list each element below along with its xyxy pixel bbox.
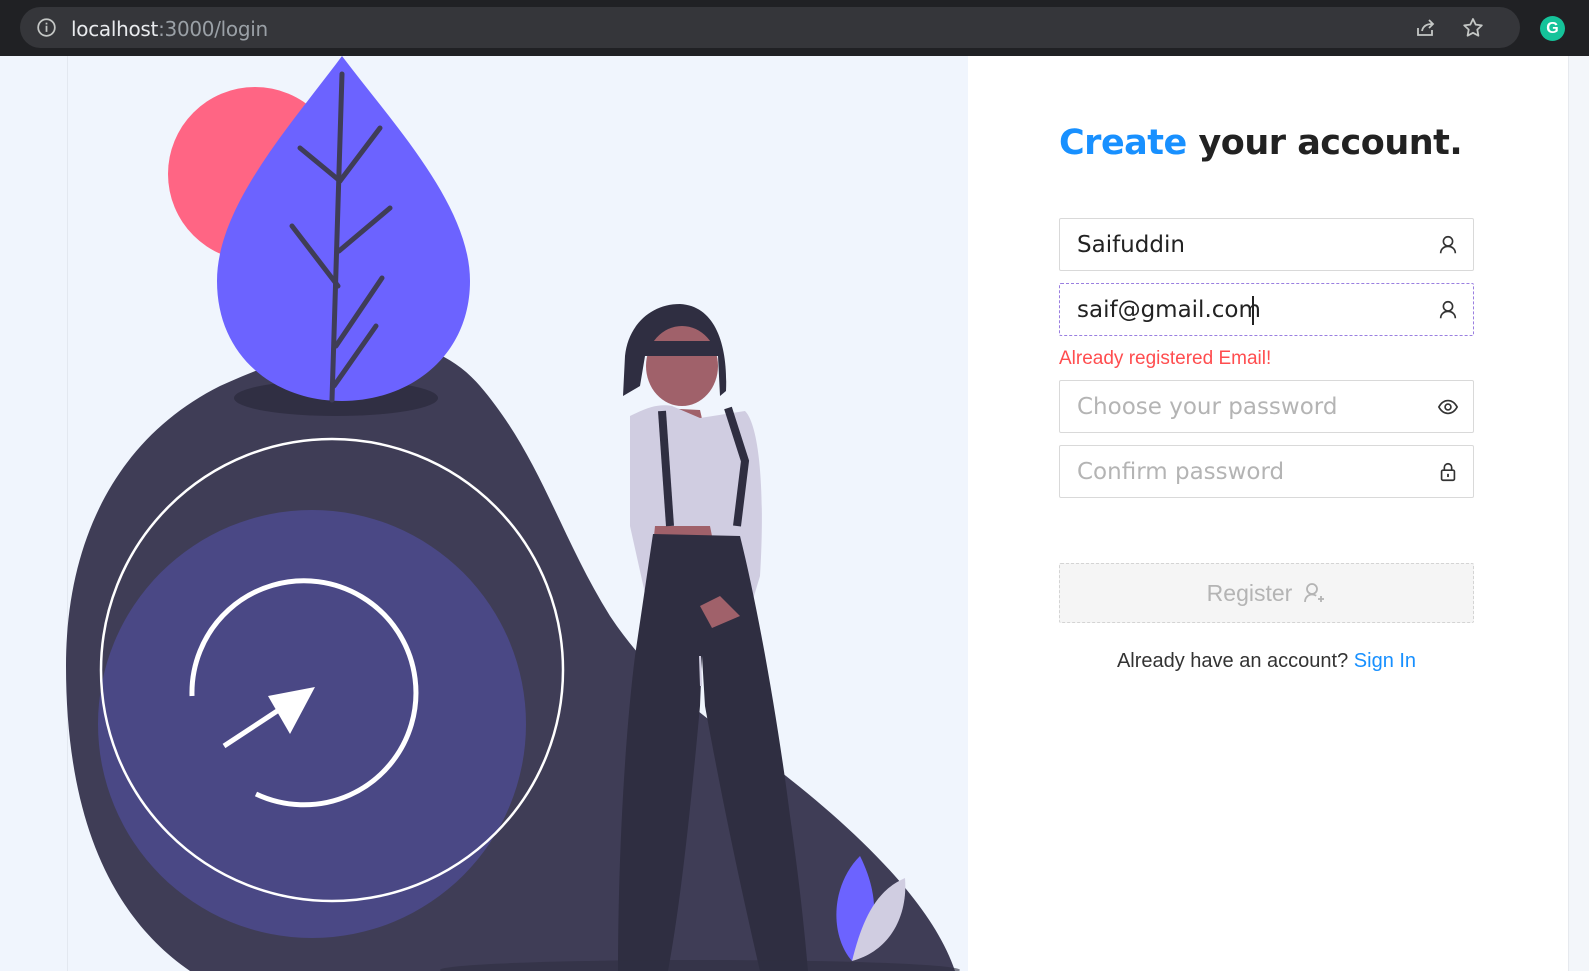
register-page: Create your account. Already registered … [0, 56, 1589, 971]
grammarly-icon[interactable]: G [1540, 16, 1565, 41]
register-form-panel: Create your account. Already registered … [968, 56, 1568, 971]
signup-illustration [66, 56, 960, 971]
info-icon[interactable] [36, 17, 57, 38]
user-icon [1439, 235, 1457, 254]
share-icon[interactable] [1414, 16, 1438, 40]
name-input[interactable] [1060, 219, 1430, 270]
email-error-message: Already registered Email! [1059, 348, 1272, 369]
title-text: your account. [1186, 123, 1463, 163]
text-caret [1252, 296, 1254, 325]
signin-prompt-text: Already have an account? [1116, 650, 1349, 672]
register-label: Register [1206, 580, 1293, 606]
confirm-password-field[interactable] [1059, 445, 1474, 498]
name-field[interactable] [1059, 218, 1474, 271]
url-text[interactable]: localhost:3000/login [71, 17, 268, 41]
star-icon[interactable] [1461, 16, 1485, 40]
email-field[interactable] [1059, 283, 1474, 336]
address-bar[interactable]: localhost:3000/login [20, 7, 1520, 48]
eye-icon[interactable] [1437, 396, 1459, 418]
browser-toolbar: localhost:3000/login G [0, 0, 1589, 56]
signin-prompt: Already have an account? Sign In [1059, 650, 1474, 673]
password-field[interactable] [1059, 380, 1474, 433]
scrollbar-track[interactable] [1568, 56, 1589, 971]
email-input[interactable] [1060, 284, 1430, 335]
title-accent: Create [1059, 123, 1187, 163]
password-input[interactable] [1060, 381, 1430, 432]
page-title: Create your account. [1059, 123, 1463, 163]
user-icon [1439, 300, 1457, 319]
lock-icon [1440, 462, 1456, 482]
confirm-password-input[interactable] [1060, 446, 1430, 497]
register-button[interactable]: Register [1059, 563, 1474, 623]
url-host: localhost [71, 17, 159, 41]
user-add-icon [1304, 583, 1325, 603]
signin-link[interactable]: Sign In [1354, 650, 1416, 672]
url-path: :3000/login [158, 17, 268, 41]
